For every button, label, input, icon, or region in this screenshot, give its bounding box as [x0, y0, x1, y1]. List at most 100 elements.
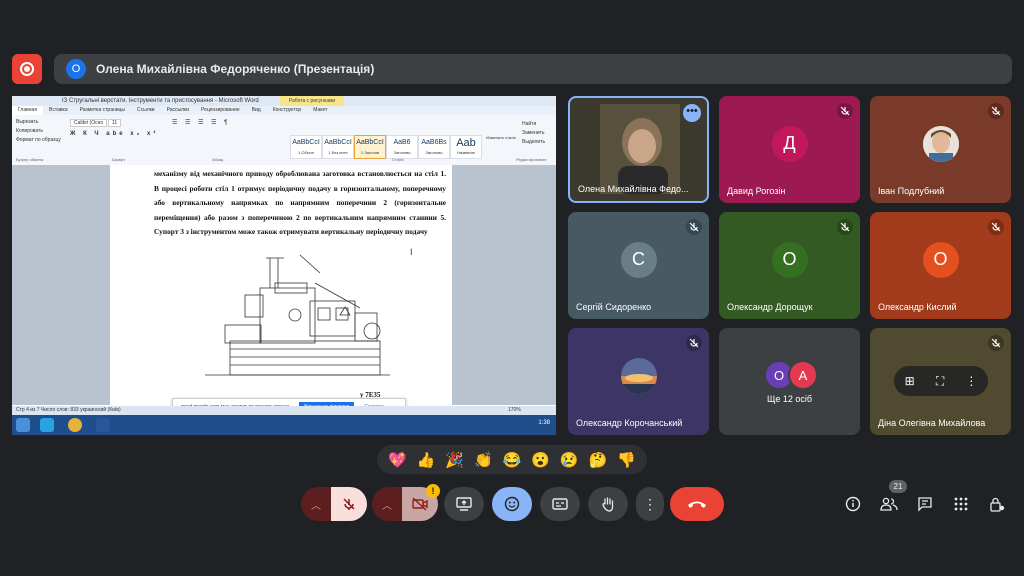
word-icon — [96, 418, 110, 432]
chat-icon — [918, 497, 932, 512]
participant-name: Олександр Дорощук — [727, 302, 813, 312]
participant-tile[interactable]: С Сергій Сидоренко — [568, 212, 709, 319]
group-clipboard: Буфер обмена — [16, 157, 44, 162]
machine-drawing — [205, 254, 390, 376]
word-tab: Главная — [12, 106, 44, 115]
ribbon-replace: Заменить — [522, 130, 545, 136]
change-styles: Изменить стили — [486, 135, 516, 140]
more-participants-label: Ще 12 осіб — [766, 394, 813, 404]
participant-tile-presenter[interactable]: ••• Олена Михайлівна Федо... — [568, 96, 709, 203]
participant-name: Олена Михайлівна Федо... — [578, 184, 689, 194]
mic-toggle-button[interactable] — [331, 487, 367, 521]
word-tab: Ссылки — [136, 107, 155, 113]
taskbar-clock: 1:38 — [538, 420, 550, 426]
more-options-button[interactable]: ⋮ — [636, 487, 664, 521]
participant-tile[interactable]: О Олександр Дорощук — [719, 212, 860, 319]
captions-button[interactable] — [540, 487, 580, 521]
participant-tile[interactable]: ⊞ ⛶ ⋮ Діна Олегівна Михайлова — [870, 328, 1011, 435]
participant-tile[interactable]: Д Давид Рогозін — [719, 96, 860, 203]
participant-avatar: А — [788, 360, 818, 390]
camera-options-button[interactable]: ︿ — [372, 487, 402, 521]
mic-off-icon — [837, 103, 853, 119]
recording-indicator[interactable] — [12, 54, 42, 84]
presentation-title: Олена Михайлівна Федоряченко (Презентаці… — [96, 62, 375, 76]
group-styles: Стили — [392, 157, 404, 162]
group-editing: Редактирование — [516, 157, 547, 162]
reaction-clap[interactable]: 👏 — [474, 451, 493, 469]
chevron-up-icon: ︿ — [382, 500, 392, 512]
presenter-avatar: О — [66, 59, 86, 79]
presentation-bar: О Олена Михайлівна Федоряченко (Презента… — [54, 54, 1012, 84]
activities-button[interactable] — [951, 494, 971, 514]
font-size-box: 11 — [108, 119, 122, 127]
people-button[interactable] — [879, 494, 899, 514]
reaction-thumbs-up[interactable]: 👍 — [417, 451, 436, 469]
more-vert-icon[interactable]: ⋮ — [965, 374, 977, 388]
participant-avatar: С — [620, 241, 657, 278]
windows-taskbar: 1:38 — [12, 415, 556, 435]
participant-name: Діна Олегівна Михайлова — [878, 418, 986, 428]
chrome-icon — [68, 418, 82, 432]
document-text: механізму від механічного приводу обробл… — [154, 169, 446, 236]
participant-photo — [620, 357, 657, 394]
reaction-thinking[interactable]: 🤔 — [589, 451, 608, 469]
word-tab: Макет — [313, 107, 328, 113]
reactions-button[interactable] — [492, 487, 532, 521]
participant-avatar: О — [771, 241, 808, 278]
word-context-tab: Работа с рисунками — [280, 96, 344, 106]
present-icon — [456, 497, 472, 511]
hand-icon — [602, 497, 614, 512]
participant-avatar: О — [922, 241, 959, 278]
word-tab: Конструктор — [272, 107, 302, 113]
reaction-sparkling-heart[interactable]: 💖 — [388, 451, 407, 469]
word-tab: Рецензирование — [201, 107, 240, 113]
mic-options-button[interactable]: ︿ — [301, 487, 331, 521]
participant-tile[interactable]: О Олександр Кислий — [870, 212, 1011, 319]
record-icon — [20, 62, 34, 76]
reaction-surprised[interactable]: 😮 — [531, 451, 550, 469]
shared-screen: ІЗ Стругальні верстати. Інструменти та п… — [12, 96, 556, 435]
present-screen-button[interactable] — [444, 487, 484, 521]
document-page: механізму від механічного приводу обробл… — [110, 165, 452, 406]
word-ribbon: Вырезать Копировать Формат по образцу Ca… — [12, 115, 556, 166]
participant-tile[interactable]: Олександр Корочанський — [568, 328, 709, 435]
style-normal: AaBbCcI 1 Обычн — [290, 135, 322, 159]
chat-button[interactable] — [915, 494, 935, 514]
zoom-level: 170% — [508, 407, 521, 413]
ribbon-find: Найти — [522, 121, 537, 127]
status-text: Стр 4 из 7 Число слов: 833 украинский (К… — [16, 407, 121, 413]
document-area: механізму від механічного приводу обробл… — [12, 165, 556, 406]
ribbon-format-painter: Формат по образцу — [16, 137, 61, 143]
reaction-sad[interactable]: 😢 — [560, 451, 579, 469]
word-tab: Разметка страницы — [79, 107, 125, 113]
tile-hover-controls: ⊞ ⛶ ⋮ — [894, 366, 988, 396]
lock-person-icon — [990, 497, 1005, 512]
pin-icon[interactable]: ⊞ — [905, 374, 915, 388]
text-cursor: I — [410, 247, 413, 257]
mic-off-icon — [988, 103, 1004, 119]
participant-name: Олександр Корочанський — [576, 418, 683, 428]
reaction-laugh[interactable]: 😂 — [503, 451, 522, 469]
group-font: Шрифт — [112, 157, 126, 162]
leave-call-button[interactable] — [670, 487, 724, 521]
chevron-up-icon: ︿ — [311, 500, 321, 512]
reactions-bar: 💖 👍 🎉 👏 😂 😮 😢 🤔 👎 — [377, 445, 647, 474]
mic-off-icon — [988, 335, 1004, 351]
frame-icon[interactable]: ⛶ — [936, 374, 944, 389]
host-controls-button[interactable] — [987, 494, 1007, 514]
style-heading-1: AaBbCcI 1 Заголов — [354, 135, 386, 159]
meeting-details-button[interactable] — [843, 494, 863, 514]
participant-avatar: Д — [771, 125, 808, 162]
participant-name: Іван Подлубний — [878, 186, 945, 196]
participant-tile[interactable]: Іван Подлубний — [870, 96, 1011, 203]
style-heading-3: AaB6Bs Заголово — [418, 135, 450, 159]
more-options-icon[interactable]: ••• — [683, 104, 701, 122]
raise-hand-button[interactable] — [588, 487, 628, 521]
word-tab: Вид — [251, 107, 261, 113]
info-icon — [845, 496, 861, 512]
reaction-thumbs-down[interactable]: 👎 — [617, 451, 636, 469]
participant-tile-more[interactable]: О А Ще 12 осіб — [719, 328, 860, 435]
participant-name: Сергій Сидоренко — [576, 302, 652, 312]
reaction-party[interactable]: 🎉 — [445, 451, 464, 469]
group-paragraph: Абзац — [212, 157, 224, 162]
